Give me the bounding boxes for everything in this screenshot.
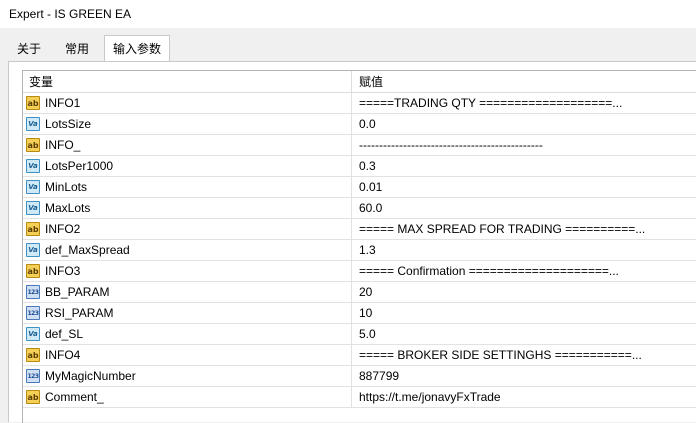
- table-row[interactable]: ab INFO2 ===== MAX SPREAD FOR TRADING ====…: [23, 219, 696, 240]
- parameter-name: INFO2: [45, 222, 81, 236]
- parameter-value-cell[interactable]: 10: [352, 303, 696, 324]
- table-row[interactable]: ab INFO1 =====TRADING QTY ================…: [23, 93, 696, 114]
- parameter-name-cell[interactable]: ab INFO_: [23, 135, 352, 156]
- parameter-name: RSI_PARAM: [45, 306, 114, 320]
- parameter-name-cell[interactable]: 123 MyMagicNumber: [23, 366, 352, 387]
- table-row[interactable]: Va LotsSize 0.0: [23, 114, 696, 135]
- parameter-name: INFO3: [45, 264, 81, 278]
- table-body: ab INFO1 =====TRADING QTY ================…: [23, 93, 696, 408]
- parameter-value-cell[interactable]: 60.0: [352, 198, 696, 219]
- parameter-value-cell[interactable]: ===== Confirmation ====================.…: [352, 261, 696, 282]
- parameter-name: def_MaxSpread: [45, 243, 130, 257]
- parameter-value-cell[interactable]: 887799: [352, 366, 696, 387]
- column-header-value[interactable]: 赋值: [352, 71, 696, 93]
- parameter-name: Comment_: [45, 390, 104, 404]
- parameter-value-cell[interactable]: 20: [352, 282, 696, 303]
- table-row[interactable]: ab Comment_ https://t.me/jonavyFxTrade: [23, 387, 696, 408]
- table-row[interactable]: Va MaxLots 60.0: [23, 198, 696, 219]
- parameter-name: INFO1: [45, 96, 81, 110]
- table-row[interactable]: Va MinLots 0.01: [23, 177, 696, 198]
- tab-about[interactable]: 关于: [8, 37, 50, 61]
- double-type-icon: Va: [26, 327, 40, 341]
- parameter-value-cell[interactable]: 0.0: [352, 114, 696, 135]
- double-type-icon: Va: [26, 201, 40, 215]
- table-header: 变量 赋值: [23, 71, 696, 93]
- table-row[interactable]: ab INFO_ ---------------------------------…: [23, 135, 696, 156]
- parameter-name-cell[interactable]: Va MaxLots: [23, 198, 352, 219]
- parameter-name: def_SL: [45, 327, 84, 341]
- parameter-name: LotsPer1000: [45, 159, 114, 173]
- parameter-value-cell[interactable]: ===== BROKER SIDE SETTINGHS ===========.…: [352, 345, 696, 366]
- parameter-name: INFO4: [45, 348, 81, 362]
- parameter-value-cell[interactable]: 1.3: [352, 240, 696, 261]
- string-type-icon: ab: [26, 390, 40, 404]
- tab-strip: 关于 常用 输入参数: [0, 35, 696, 62]
- double-type-icon: Va: [26, 117, 40, 131]
- table-row[interactable]: 123 MyMagicNumber 887799: [23, 366, 696, 387]
- column-header-variable[interactable]: 变量: [23, 71, 352, 93]
- parameter-name-cell[interactable]: ab INFO3: [23, 261, 352, 282]
- parameter-name-cell[interactable]: ab Comment_: [23, 387, 352, 408]
- parameter-value-cell[interactable]: 0.01: [352, 177, 696, 198]
- integer-type-icon: 123: [26, 285, 40, 299]
- parameter-value-cell[interactable]: ----------------------------------------…: [352, 135, 696, 156]
- string-type-icon: ab: [26, 348, 40, 362]
- parameter-name-cell[interactable]: ab INFO1: [23, 93, 352, 114]
- table-row[interactable]: ab INFO4 ===== BROKER SIDE SETTINGHS =====…: [23, 345, 696, 366]
- parameter-name-cell[interactable]: 123 BB_PARAM: [23, 282, 352, 303]
- parameter-name-cell[interactable]: Va LotsSize: [23, 114, 352, 135]
- window-title-bar: Expert - IS GREEN EA: [0, 0, 696, 28]
- parameter-name-cell[interactable]: ab INFO4: [23, 345, 352, 366]
- table-row[interactable]: 123 RSI_PARAM 10: [23, 303, 696, 324]
- parameter-name: LotsSize: [45, 117, 92, 131]
- parameter-value-cell[interactable]: 0.3: [352, 156, 696, 177]
- double-type-icon: Va: [26, 180, 40, 194]
- window-title: Expert - IS GREEN EA: [9, 7, 132, 21]
- parameter-name: MyMagicNumber: [45, 369, 136, 383]
- parameter-value-cell[interactable]: https://t.me/jonavyFxTrade: [352, 387, 696, 408]
- parameter-value-cell[interactable]: =====TRADING QTY ===================...: [352, 93, 696, 114]
- tab-inputs[interactable]: 输入参数: [104, 35, 170, 62]
- string-type-icon: ab: [26, 264, 40, 278]
- parameter-name-cell[interactable]: Va LotsPer1000: [23, 156, 352, 177]
- table-row[interactable]: Va def_SL 5.0: [23, 324, 696, 345]
- parameter-name-cell[interactable]: Va def_SL: [23, 324, 352, 345]
- parameter-name-cell[interactable]: 123 RSI_PARAM: [23, 303, 352, 324]
- parameters-table: 变量 赋值 ab INFO1 =====TRADING QTY ==========…: [22, 70, 696, 423]
- integer-type-icon: 123: [26, 369, 40, 383]
- parameter-name: MaxLots: [45, 201, 91, 215]
- table-row[interactable]: Va LotsPer1000 0.3: [23, 156, 696, 177]
- parameter-name: BB_PARAM: [45, 285, 110, 299]
- table-row[interactable]: 123 BB_PARAM 20: [23, 282, 696, 303]
- parameter-name: INFO_: [45, 138, 81, 152]
- double-type-icon: Va: [26, 243, 40, 257]
- table-row[interactable]: Va def_MaxSpread 1.3: [23, 240, 696, 261]
- tab-common[interactable]: 常用: [54, 37, 100, 61]
- tab-panel: 变量 赋值 ab INFO1 =====TRADING QTY ==========…: [8, 61, 696, 423]
- parameter-name: MinLots: [45, 180, 88, 194]
- parameter-name-cell[interactable]: Va def_MaxSpread: [23, 240, 352, 261]
- parameter-value-cell[interactable]: 5.0: [352, 324, 696, 345]
- parameter-name-cell[interactable]: ab INFO2: [23, 219, 352, 240]
- double-type-icon: Va: [26, 159, 40, 173]
- parameter-name-cell[interactable]: Va MinLots: [23, 177, 352, 198]
- string-type-icon: ab: [26, 222, 40, 236]
- integer-type-icon: 123: [26, 306, 40, 320]
- table-row[interactable]: ab INFO3 ===== Confirmation ==============…: [23, 261, 696, 282]
- parameter-value-cell[interactable]: ===== MAX SPREAD FOR TRADING ==========.…: [352, 219, 696, 240]
- string-type-icon: ab: [26, 96, 40, 110]
- string-type-icon: ab: [26, 138, 40, 152]
